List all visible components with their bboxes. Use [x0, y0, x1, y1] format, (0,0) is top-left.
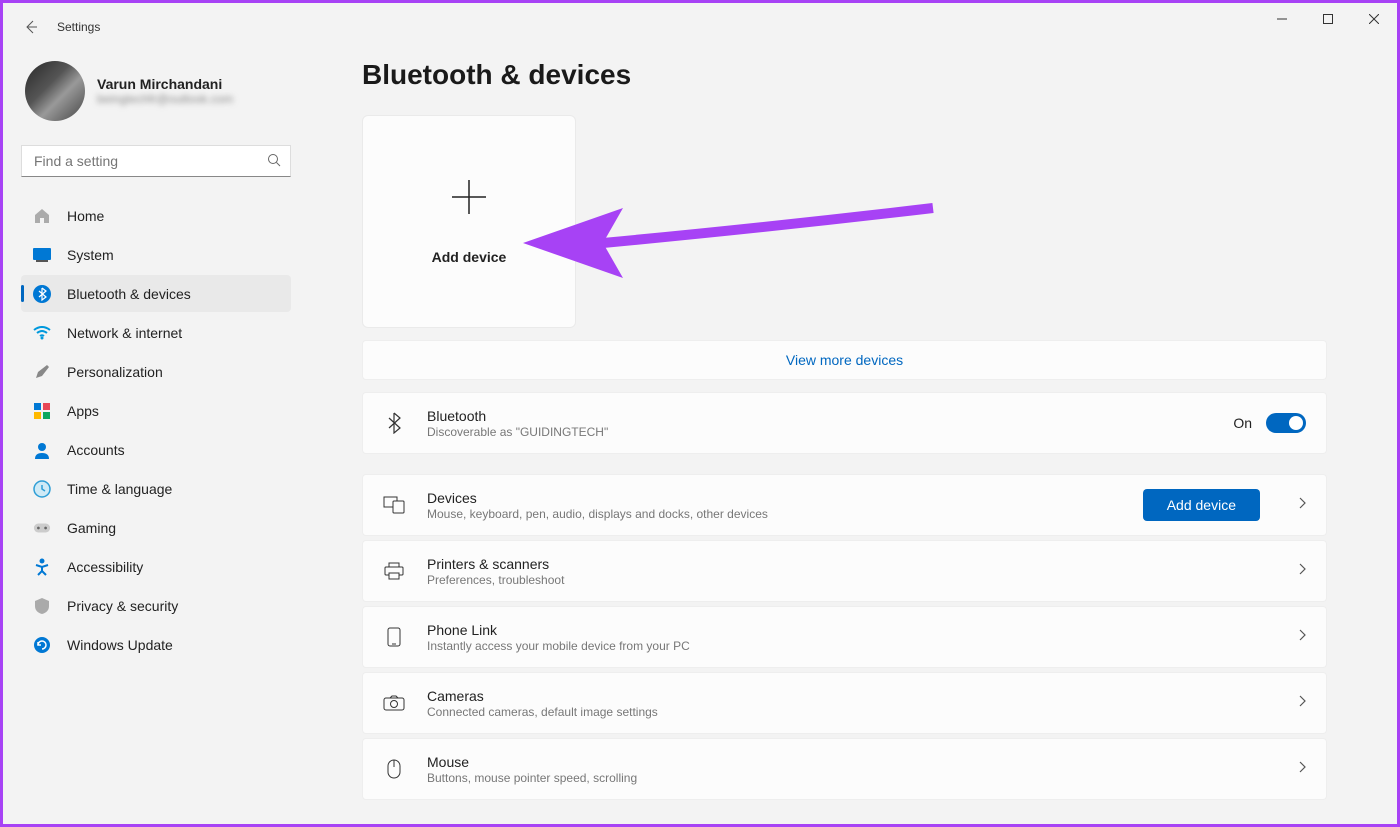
sidebar-item-label: Windows Update: [67, 637, 173, 653]
view-more-devices-link[interactable]: View more devices: [362, 340, 1327, 380]
mouse-icon: [383, 758, 405, 780]
gaming-icon: [33, 519, 51, 537]
printer-icon: [383, 560, 405, 582]
add-device-tile[interactable]: Add device: [362, 115, 576, 328]
sidebar-item-gaming[interactable]: Gaming: [21, 509, 291, 546]
camera-icon: [383, 692, 405, 714]
sidebar-item-label: Network & internet: [67, 325, 182, 341]
cameras-card[interactable]: Cameras Connected cameras, default image…: [362, 672, 1327, 734]
phone-link-card[interactable]: Phone Link Instantly access your mobile …: [362, 606, 1327, 668]
minimize-button[interactable]: [1259, 3, 1305, 35]
sidebar-item-label: Apps: [67, 403, 99, 419]
chevron-right-icon: [1298, 760, 1306, 778]
page-title: Bluetooth & devices: [362, 59, 1327, 91]
sidebar-item-windows-update[interactable]: Windows Update: [21, 626, 291, 663]
accessibility-icon: [33, 558, 51, 576]
sidebar-item-label: Privacy & security: [67, 598, 178, 614]
sidebar-item-network-internet[interactable]: Network & internet: [21, 314, 291, 351]
search-input[interactable]: [21, 145, 291, 177]
system-icon: [33, 246, 51, 264]
profile-block[interactable]: Varun Mirchandani beingtechfr@outlook.co…: [21, 61, 308, 121]
apps-icon: [33, 402, 51, 420]
card-subtitle: Buttons, mouse pointer speed, scrolling: [427, 771, 1274, 785]
sidebar-item-privacy-security[interactable]: Privacy & security: [21, 587, 291, 624]
profile-name: Varun Mirchandani: [97, 76, 233, 92]
profile-email: beingtechfr@outlook.com: [97, 92, 233, 106]
toggle-state-label: On: [1233, 415, 1252, 431]
sidebar-item-accounts[interactable]: Accounts: [21, 431, 291, 468]
card-subtitle: Preferences, troubleshoot: [427, 573, 1274, 587]
printers-scanners-card[interactable]: Printers & scanners Preferences, trouble…: [362, 540, 1327, 602]
card-title: Cameras: [427, 688, 1274, 704]
chevron-right-icon: [1298, 694, 1306, 712]
card-title: Phone Link: [427, 622, 1274, 638]
devices-card[interactable]: Devices Mouse, keyboard, pen, audio, dis…: [362, 474, 1327, 536]
sidebar-item-apps[interactable]: Apps: [21, 392, 291, 429]
person-icon: [33, 441, 51, 459]
card-title: Bluetooth: [427, 408, 1233, 424]
chevron-right-icon: [1298, 628, 1306, 646]
card-subtitle: Instantly access your mobile device from…: [427, 639, 1274, 653]
bluetooth-toggle[interactable]: [1266, 413, 1306, 433]
card-subtitle: Mouse, keyboard, pen, audio, displays an…: [427, 507, 1143, 521]
avatar: [25, 61, 85, 121]
sidebar-item-time-language[interactable]: Time & language: [21, 470, 291, 507]
bluetooth-card: Bluetooth Discoverable as "GUIDINGTECH" …: [362, 392, 1327, 454]
update-icon: [33, 636, 51, 654]
sidebar-item-label: Home: [67, 208, 104, 224]
close-button[interactable]: [1351, 3, 1397, 35]
sidebar-item-bluetooth-devices[interactable]: Bluetooth & devices: [21, 275, 291, 312]
phone-icon: [383, 626, 405, 648]
card-title: Devices: [427, 490, 1143, 506]
sidebar-item-label: Personalization: [67, 364, 163, 380]
chevron-right-icon: [1298, 496, 1306, 514]
view-more-label: View more devices: [786, 352, 903, 368]
plus-icon: [450, 178, 488, 221]
devices-grid-icon: [383, 494, 405, 516]
sidebar-item-label: Gaming: [67, 520, 116, 536]
mouse-card[interactable]: Mouse Buttons, mouse pointer speed, scro…: [362, 738, 1327, 800]
card-title: Printers & scanners: [427, 556, 1274, 572]
sidebar-item-label: System: [67, 247, 114, 263]
window-title: Settings: [57, 20, 100, 34]
sidebar-item-accessibility[interactable]: Accessibility: [21, 548, 291, 585]
chevron-right-icon: [1298, 562, 1306, 580]
bluetooth-icon: [33, 285, 51, 303]
card-subtitle: Connected cameras, default image setting…: [427, 705, 1274, 719]
sidebar-item-label: Accounts: [67, 442, 125, 458]
sidebar-item-label: Bluetooth & devices: [67, 286, 191, 302]
brush-icon: [33, 363, 51, 381]
sidebar-item-personalization[interactable]: Personalization: [21, 353, 291, 390]
clock-icon: [33, 480, 51, 498]
shield-icon: [33, 597, 51, 615]
bluetooth-glyph-icon: [383, 412, 405, 434]
add-device-button[interactable]: Add device: [1143, 489, 1260, 521]
sidebar-item-home[interactable]: Home: [21, 197, 291, 234]
back-button[interactable]: [23, 19, 39, 35]
sidebar-item-label: Time & language: [67, 481, 172, 497]
add-device-label: Add device: [432, 249, 507, 265]
card-title: Mouse: [427, 754, 1274, 770]
maximize-button[interactable]: [1305, 3, 1351, 35]
sidebar-item-label: Accessibility: [67, 559, 143, 575]
sidebar-nav: Home System Bluetooth & devices Network …: [21, 197, 291, 663]
home-icon: [33, 207, 51, 225]
wifi-icon: [33, 324, 51, 342]
card-subtitle: Discoverable as "GUIDINGTECH": [427, 425, 1233, 439]
search-icon: [267, 153, 281, 172]
sidebar-item-system[interactable]: System: [21, 236, 291, 273]
